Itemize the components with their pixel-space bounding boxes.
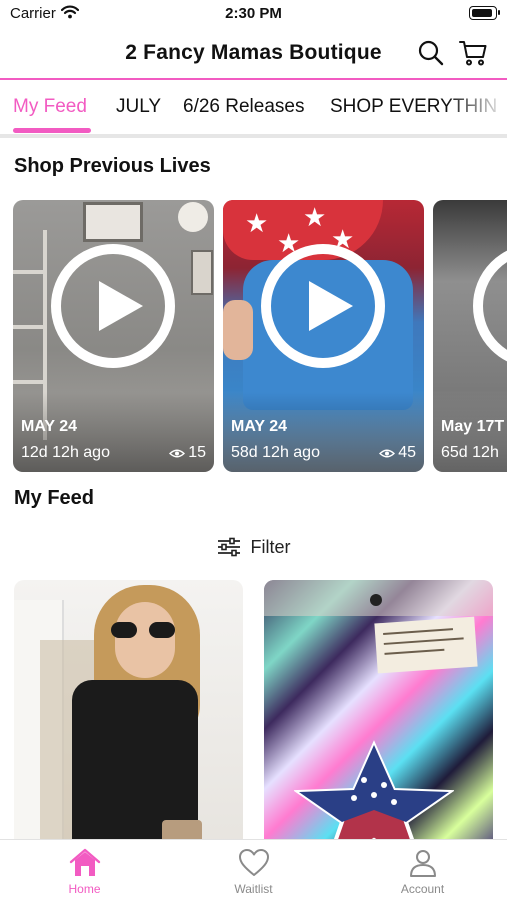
- nav-account-label: Account: [400, 882, 445, 896]
- product-card[interactable]: [14, 580, 243, 850]
- live-date: MAY 24: [21, 418, 78, 435]
- app-header: 2 Fancy Mamas Boutique: [0, 30, 507, 78]
- star-icon: ★: [303, 202, 327, 232]
- previous-lives-title: Shop Previous Lives: [14, 155, 211, 177]
- person-icon: [409, 850, 436, 877]
- nav-waitlist-label: Waitlist: [234, 882, 273, 896]
- model-face: [115, 602, 175, 678]
- search-icon: [418, 40, 444, 66]
- live-date: MAY 24: [231, 418, 288, 435]
- live-time-ago: 65d 12h: [441, 444, 499, 461]
- nav-home[interactable]: Home: [0, 840, 169, 900]
- product-label: [374, 616, 478, 674]
- filter-button[interactable]: Filter: [0, 534, 507, 560]
- tabs-divider: [0, 134, 507, 138]
- filter-label: Filter: [250, 536, 291, 557]
- sliders-icon: [217, 537, 240, 557]
- battery-icon: [469, 6, 500, 20]
- category-tabs: My Feed JULY 6/26 Releases SHOP EVERYTHI…: [0, 80, 507, 136]
- previous-lives-carousel: MAY 24 12d 12h ago 15 ★ ★ ★ ★ MAY 24 58d…: [0, 198, 507, 474]
- cart-icon: [459, 41, 487, 66]
- home-icon: [69, 848, 100, 876]
- bottom-tab-bar: Home Waitlist Account: [0, 839, 507, 900]
- play-icon[interactable]: [261, 244, 385, 368]
- arm: [223, 300, 253, 360]
- live-view-count: 15: [169, 444, 206, 462]
- status-bar: Carrier 2:30 PM: [0, 0, 507, 30]
- live-video-card[interactable]: ★ ★ ★ ★ MAY 24 58d 12h ago 45: [223, 200, 424, 472]
- heart-icon: [238, 849, 269, 876]
- live-view-count: 45: [379, 444, 416, 462]
- view-count: 45: [398, 444, 416, 461]
- live-video-card[interactable]: MAY 24 12d 12h ago 15: [13, 200, 214, 472]
- wall-flower: [178, 202, 208, 232]
- wall-frame: [83, 202, 143, 242]
- nav-waitlist[interactable]: Waitlist: [169, 840, 338, 900]
- sunglasses: [111, 622, 177, 638]
- wall-frame: [191, 250, 213, 295]
- nav-home-label: Home: [68, 882, 101, 896]
- search-button[interactable]: [414, 36, 448, 70]
- flag-star-freshie: [294, 740, 454, 850]
- active-tab-indicator: [13, 128, 91, 133]
- eye-icon: [379, 449, 396, 457]
- nav-account[interactable]: Account: [338, 840, 507, 900]
- live-date: May 17T: [441, 418, 505, 435]
- view-count: 15: [188, 444, 206, 461]
- live-time-ago: 58d 12h ago: [231, 444, 320, 461]
- product-card[interactable]: [264, 580, 493, 850]
- my-feed-title: My Feed: [14, 487, 95, 509]
- star-icon: ★: [245, 208, 269, 238]
- play-icon[interactable]: [473, 244, 507, 368]
- status-time: 2:30 PM: [225, 5, 282, 22]
- cart-button[interactable]: [456, 36, 490, 70]
- live-video-card[interactable]: May 17T 65d 12h: [433, 200, 507, 472]
- eye-icon: [169, 449, 186, 457]
- play-icon[interactable]: [51, 244, 175, 368]
- tab-july[interactable]: JULY: [116, 96, 161, 118]
- tab-my-feed[interactable]: My Feed: [13, 96, 87, 118]
- tab-6-26-releases[interactable]: 6/26 Releases: [183, 96, 304, 118]
- live-time-ago: 12d 12h ago: [21, 444, 110, 461]
